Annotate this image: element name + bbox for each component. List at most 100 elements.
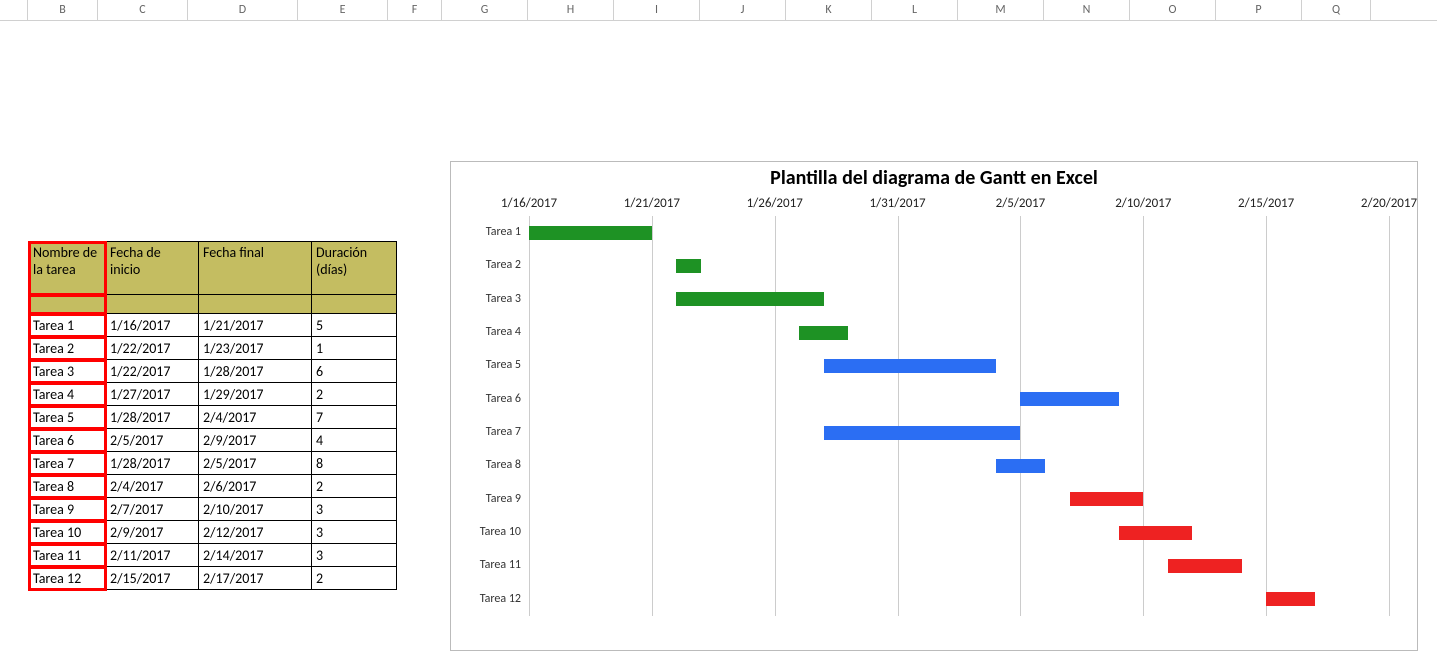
cell-start-date[interactable]: 2/9/2017 xyxy=(106,521,199,544)
cell-end-date[interactable]: 2/17/2017 xyxy=(199,567,312,590)
cell-task-name[interactable]: Tarea 6 xyxy=(29,429,106,452)
cell-start-date[interactable]: 1/27/2017 xyxy=(106,383,199,406)
gantt-bar[interactable] xyxy=(824,359,996,373)
column-header-I[interactable]: I xyxy=(614,0,700,20)
gantt-bar[interactable] xyxy=(1266,592,1315,606)
column-header-J[interactable]: J xyxy=(700,0,786,20)
table-row[interactable]: Tarea 11/16/20171/21/20175 xyxy=(29,314,397,337)
cell-end-date[interactable]: 2/10/2017 xyxy=(199,498,312,521)
cell-end-date[interactable]: 1/21/2017 xyxy=(199,314,312,337)
table-row[interactable]: Tarea 62/5/20172/9/20174 xyxy=(29,429,397,452)
gantt-bar[interactable] xyxy=(676,259,701,273)
table-row[interactable]: Tarea 112/11/20172/14/20173 xyxy=(29,544,397,567)
cell-end-date[interactable]: 1/29/2017 xyxy=(199,383,312,406)
cell-end-date[interactable]: 1/28/2017 xyxy=(199,360,312,383)
cell-start-date[interactable]: 2/4/2017 xyxy=(106,475,199,498)
cell-end-date[interactable]: 2/4/2017 xyxy=(199,406,312,429)
cell-duration[interactable]: 5 xyxy=(312,314,397,337)
header-end-date[interactable]: Fecha final xyxy=(199,242,312,295)
cell-task-name[interactable]: Tarea 2 xyxy=(29,337,106,360)
column-header-D[interactable]: D xyxy=(188,0,298,20)
row-header-corner[interactable] xyxy=(0,0,28,20)
cell-start-date[interactable]: 2/7/2017 xyxy=(106,498,199,521)
cell-task-name[interactable]: Tarea 5 xyxy=(29,406,106,429)
cell-start-date[interactable]: 2/15/2017 xyxy=(106,567,199,590)
table-row[interactable]: Tarea 41/27/20171/29/20172 xyxy=(29,383,397,406)
table-row[interactable]: Tarea 92/7/20172/10/20173 xyxy=(29,498,397,521)
column-header-N[interactable]: N xyxy=(1044,0,1130,20)
cell-duration[interactable]: 2 xyxy=(312,383,397,406)
cell-start-date[interactable]: 2/11/2017 xyxy=(106,544,199,567)
gantt-bar[interactable] xyxy=(799,326,848,340)
gantt-bar[interactable] xyxy=(1070,492,1144,506)
cell-task-name[interactable]: Tarea 11 xyxy=(29,544,106,567)
table-row[interactable]: Tarea 71/28/20172/5/20178 xyxy=(29,452,397,475)
gantt-chart[interactable]: Plantilla del diagrama de Gantt en Excel… xyxy=(450,161,1418,651)
chart-row-label: Tarea 4 xyxy=(461,316,521,349)
chart-row-label: Tarea 11 xyxy=(461,549,521,582)
cell-task-name[interactable]: Tarea 10 xyxy=(29,521,106,544)
table-row[interactable]: Tarea 122/15/20172/17/20172 xyxy=(29,567,397,590)
column-header-Q[interactable]: Q xyxy=(1302,0,1371,20)
gantt-bar[interactable] xyxy=(529,226,652,240)
cell-end-date[interactable]: 2/12/2017 xyxy=(199,521,312,544)
cell-task-name[interactable]: Tarea 9 xyxy=(29,498,106,521)
cell-duration[interactable]: 3 xyxy=(312,498,397,521)
task-table[interactable]: Nombre de la tarea Fecha de inicio Fecha… xyxy=(28,241,397,590)
table-row[interactable]: Tarea 21/22/20171/23/20171 xyxy=(29,337,397,360)
column-header-G[interactable]: G xyxy=(442,0,528,20)
cell-duration[interactable]: 1 xyxy=(312,337,397,360)
cell-end-date[interactable]: 2/14/2017 xyxy=(199,544,312,567)
cell-start-date[interactable]: 1/28/2017 xyxy=(106,406,199,429)
x-tick-label: 1/26/2017 xyxy=(747,196,803,211)
column-header-C[interactable]: C xyxy=(98,0,188,20)
column-header-H[interactable]: H xyxy=(528,0,614,20)
gantt-bar[interactable] xyxy=(1168,559,1242,573)
cell-start-date[interactable]: 1/16/2017 xyxy=(106,314,199,337)
header-start-date[interactable]: Fecha de inicio xyxy=(106,242,199,295)
header-task-name[interactable]: Nombre de la tarea xyxy=(29,242,106,295)
cell-task-name[interactable]: Tarea 4 xyxy=(29,383,106,406)
cell-end-date[interactable]: 2/5/2017 xyxy=(199,452,312,475)
cell-task-name[interactable]: Tarea 8 xyxy=(29,475,106,498)
table-row[interactable]: Tarea 82/4/20172/6/20172 xyxy=(29,475,397,498)
chart-row: Tarea 8 xyxy=(529,449,1397,482)
header-duration[interactable]: Duración (días) xyxy=(312,242,397,295)
cell-duration[interactable]: 6 xyxy=(312,360,397,383)
chart-row-label: Tarea 10 xyxy=(461,516,521,549)
column-header-M[interactable]: M xyxy=(958,0,1044,20)
cell-task-name[interactable]: Tarea 1 xyxy=(29,314,106,337)
gantt-bar[interactable] xyxy=(1020,392,1118,406)
cell-start-date[interactable]: 1/28/2017 xyxy=(106,452,199,475)
cell-duration[interactable]: 3 xyxy=(312,544,397,567)
cell-duration[interactable]: 8 xyxy=(312,452,397,475)
cell-duration[interactable]: 3 xyxy=(312,521,397,544)
cell-end-date[interactable]: 2/9/2017 xyxy=(199,429,312,452)
cell-duration[interactable]: 4 xyxy=(312,429,397,452)
cell-end-date[interactable]: 2/6/2017 xyxy=(199,475,312,498)
column-header-K[interactable]: K xyxy=(786,0,872,20)
gantt-bar[interactable] xyxy=(824,426,1021,440)
gantt-bar[interactable] xyxy=(1119,526,1193,540)
cell-task-name[interactable]: Tarea 12 xyxy=(29,567,106,590)
cell-task-name[interactable]: Tarea 3 xyxy=(29,360,106,383)
cell-duration[interactable]: 7 xyxy=(312,406,397,429)
cell-end-date[interactable]: 1/23/2017 xyxy=(199,337,312,360)
gantt-bar[interactable] xyxy=(996,459,1045,473)
cell-task-name[interactable]: Tarea 7 xyxy=(29,452,106,475)
gantt-bar[interactable] xyxy=(676,292,823,306)
column-header-B[interactable]: B xyxy=(28,0,98,20)
column-header-P[interactable]: P xyxy=(1216,0,1302,20)
cell-start-date[interactable]: 2/5/2017 xyxy=(106,429,199,452)
cell-duration[interactable]: 2 xyxy=(312,475,397,498)
table-row[interactable]: Tarea 31/22/20171/28/20176 xyxy=(29,360,397,383)
column-header-O[interactable]: O xyxy=(1130,0,1216,20)
column-header-L[interactable]: L xyxy=(872,0,958,20)
cell-start-date[interactable]: 1/22/2017 xyxy=(106,360,199,383)
column-header-F[interactable]: F xyxy=(388,0,442,20)
cell-start-date[interactable]: 1/22/2017 xyxy=(106,337,199,360)
table-row[interactable]: Tarea 102/9/20172/12/20173 xyxy=(29,521,397,544)
column-header-E[interactable]: E xyxy=(298,0,388,20)
cell-duration[interactable]: 2 xyxy=(312,567,397,590)
table-row[interactable]: Tarea 51/28/20172/4/20177 xyxy=(29,406,397,429)
